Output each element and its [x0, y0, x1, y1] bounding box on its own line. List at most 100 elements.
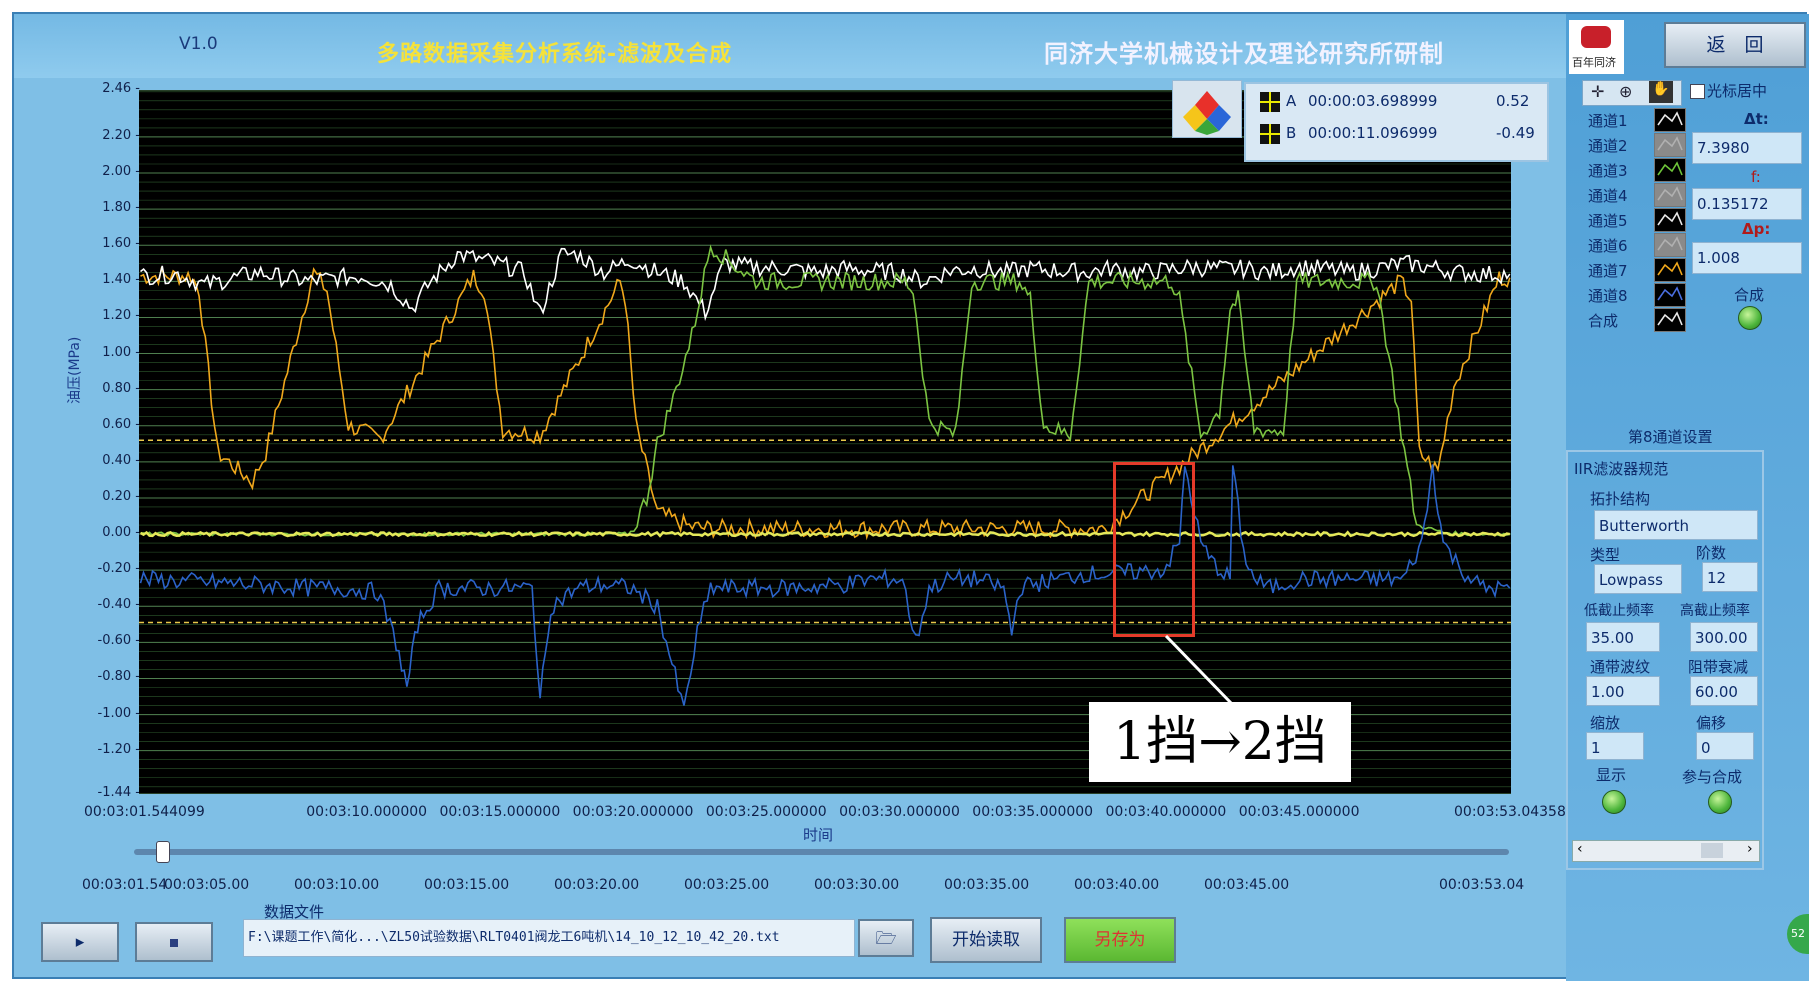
- institution-label: 同济大学机械设计及理论研究所研制: [1044, 40, 1444, 68]
- channel-plot-style-button[interactable]: [1654, 158, 1686, 182]
- delta-t-field[interactable]: 7.3980: [1692, 132, 1802, 164]
- slider-tick-label: 00:03:15.00: [424, 877, 510, 893]
- low-cut-label: 低截止频率: [1584, 603, 1654, 619]
- title-bar: V1.0 多路数据采集分析系统-滤波及合成 同济大学机械设计及理论研究所研制: [14, 14, 1566, 78]
- waveform-graph[interactable]: [139, 89, 1511, 795]
- channel-label: 通道3: [1588, 162, 1628, 180]
- y-tick-label: -1.20 -: [97, 741, 140, 757]
- join-combine-led[interactable]: [1708, 790, 1732, 814]
- channel-plot-style-button[interactable]: [1654, 233, 1686, 257]
- iir-spec-label: IIR滤波器规范: [1574, 460, 1669, 478]
- cursor-a-icon[interactable]: [1260, 92, 1280, 112]
- x-tick-label: 00:03:40.000000: [1105, 804, 1227, 820]
- scroll-left-icon[interactable]: ‹: [1577, 841, 1583, 857]
- y-tick-label: 0.20 -: [102, 488, 140, 504]
- color-palette-button[interactable]: [1172, 80, 1242, 138]
- channel-label: 通道7: [1588, 262, 1628, 280]
- order-field[interactable]: 12: [1702, 562, 1758, 592]
- x-tick-label: 00:03:15.000000: [439, 804, 561, 820]
- app-window: V1.0 多路数据采集分析系统-滤波及合成 同济大学机械设计及理论研究所研制 2…: [12, 12, 1809, 981]
- combine-led[interactable]: [1738, 306, 1762, 330]
- x-tick-label: 00:03:01.544099: [84, 804, 205, 820]
- combine-indicator-label: 合成: [1734, 286, 1765, 304]
- x-tick-label: 00:03:30.000000: [839, 804, 960, 820]
- panel-scrollbar[interactable]: ‹ ›: [1572, 840, 1760, 862]
- channel-label: 通道4: [1588, 187, 1628, 205]
- stop-button[interactable]: [135, 922, 213, 962]
- high-cut-label: 高截止频率: [1680, 603, 1750, 619]
- ripple-label: 通带波纹: [1590, 658, 1651, 676]
- cursor-b-icon[interactable]: [1260, 124, 1280, 144]
- atten-field[interactable]: 60.00: [1690, 676, 1758, 706]
- slider-tick-label: 00:03:10.00: [294, 877, 380, 893]
- y-tick-label: -1.00 -: [97, 705, 140, 721]
- logo-mark-icon: [1581, 26, 1611, 48]
- iir-settings-group: IIR滤波器规范 拓扑结构 Butterworth 类型 阶数 Lowpass …: [1566, 450, 1764, 870]
- slider-tick-label: 00:03:30.00: [814, 877, 900, 893]
- topology-select[interactable]: Butterworth: [1594, 510, 1758, 540]
- series-line-1: [140, 266, 1511, 541]
- y-tick-label: 1.80 -: [102, 200, 140, 216]
- high-cut-field[interactable]: 300.00: [1690, 622, 1758, 652]
- palette-icon: [1183, 91, 1231, 135]
- slider-tick-label: 00:03:01.54: [82, 877, 168, 893]
- return-button[interactable]: 返 回: [1664, 22, 1806, 68]
- offset-field[interactable]: 0: [1696, 732, 1754, 760]
- type-label: 类型: [1590, 546, 1621, 564]
- crosshair-tool-icon[interactable]: ✛: [1591, 82, 1604, 101]
- cursor-center-checkbox[interactable]: [1690, 84, 1705, 99]
- slider-tick-label: 00:03:53.04: [1439, 877, 1525, 893]
- channel-plot-style-button[interactable]: [1654, 258, 1686, 282]
- save-as-button[interactable]: 另存为: [1064, 917, 1176, 963]
- delta-p-label: Δp:: [1742, 220, 1771, 238]
- display-label: 显示: [1596, 766, 1627, 784]
- scroll-right-icon[interactable]: ›: [1747, 841, 1753, 857]
- order-label: 阶数: [1696, 544, 1727, 562]
- time-slider-track[interactable]: [134, 849, 1509, 855]
- join-combine-label: 参与合成: [1682, 768, 1743, 786]
- start-read-button[interactable]: 开始读取: [930, 917, 1042, 963]
- channel-label: 通道8: [1588, 287, 1628, 305]
- channel-plot-style-button[interactable]: [1654, 208, 1686, 232]
- pan-hand-icon[interactable]: ✋: [1649, 81, 1673, 103]
- cursor-b-value: -0.49: [1496, 124, 1535, 142]
- f-field[interactable]: 0.135172: [1692, 188, 1802, 220]
- channel-plot-style-button[interactable]: [1654, 183, 1686, 207]
- x-tick-label: 00:03:10.000000: [306, 804, 428, 820]
- y-tick-label: 0.40 -: [102, 452, 140, 468]
- time-slider-thumb[interactable]: [156, 841, 170, 863]
- waveform-svg: [139, 89, 1511, 795]
- play-button[interactable]: ▸: [41, 922, 119, 962]
- type-select[interactable]: Lowpass: [1594, 564, 1682, 594]
- channel-label: 合成: [1588, 312, 1619, 330]
- zoom-tool-icon[interactable]: ⊕: [1619, 82, 1632, 101]
- x-tick-label: 00:03:53.04358: [1454, 804, 1566, 820]
- channel-label: 通道2: [1588, 137, 1628, 155]
- channel-plot-style-button[interactable]: [1654, 108, 1686, 132]
- channel-plot-style-button[interactable]: [1654, 283, 1686, 307]
- file-path-field[interactable]: F:\课题工作\简化...\ZL50试验数据\RLT0401阀龙工6吨机\14_…: [243, 919, 855, 957]
- series-line-4: [139, 530, 1511, 538]
- channel-label: 通道1: [1588, 112, 1628, 130]
- low-cut-field[interactable]: 35.00: [1586, 622, 1660, 652]
- ripple-field[interactable]: 1.00: [1586, 676, 1660, 706]
- y-tick-label: -0.20 -: [97, 561, 140, 577]
- channel-label: 通道5: [1588, 212, 1628, 230]
- y-tick-label: 1.40 -: [102, 272, 140, 288]
- channel-plot-style-button[interactable]: [1654, 308, 1686, 332]
- play-icon: ▸: [75, 932, 85, 952]
- scale-field[interactable]: 1: [1586, 732, 1644, 760]
- cursor-b-name: B: [1286, 124, 1297, 142]
- x-tick-label: 00:03:35.000000: [972, 804, 1094, 820]
- channel-label: 通道6: [1588, 237, 1628, 255]
- series-line-2: [140, 247, 1511, 322]
- logo-text: 百年同济: [1572, 56, 1616, 69]
- shift-annotation: 1挡→2挡: [1089, 702, 1351, 782]
- browse-folder-button[interactable]: 🗁: [858, 919, 914, 957]
- offset-label: 偏移: [1696, 714, 1727, 732]
- channel-plot-style-button[interactable]: [1654, 133, 1686, 157]
- delta-p-field[interactable]: 1.008: [1692, 242, 1802, 274]
- display-led[interactable]: [1602, 790, 1626, 814]
- cursor-legend: A 00:00:03.698999 0.52 B 00:00:11.096999…: [1244, 82, 1549, 162]
- scroll-thumb[interactable]: [1701, 843, 1723, 858]
